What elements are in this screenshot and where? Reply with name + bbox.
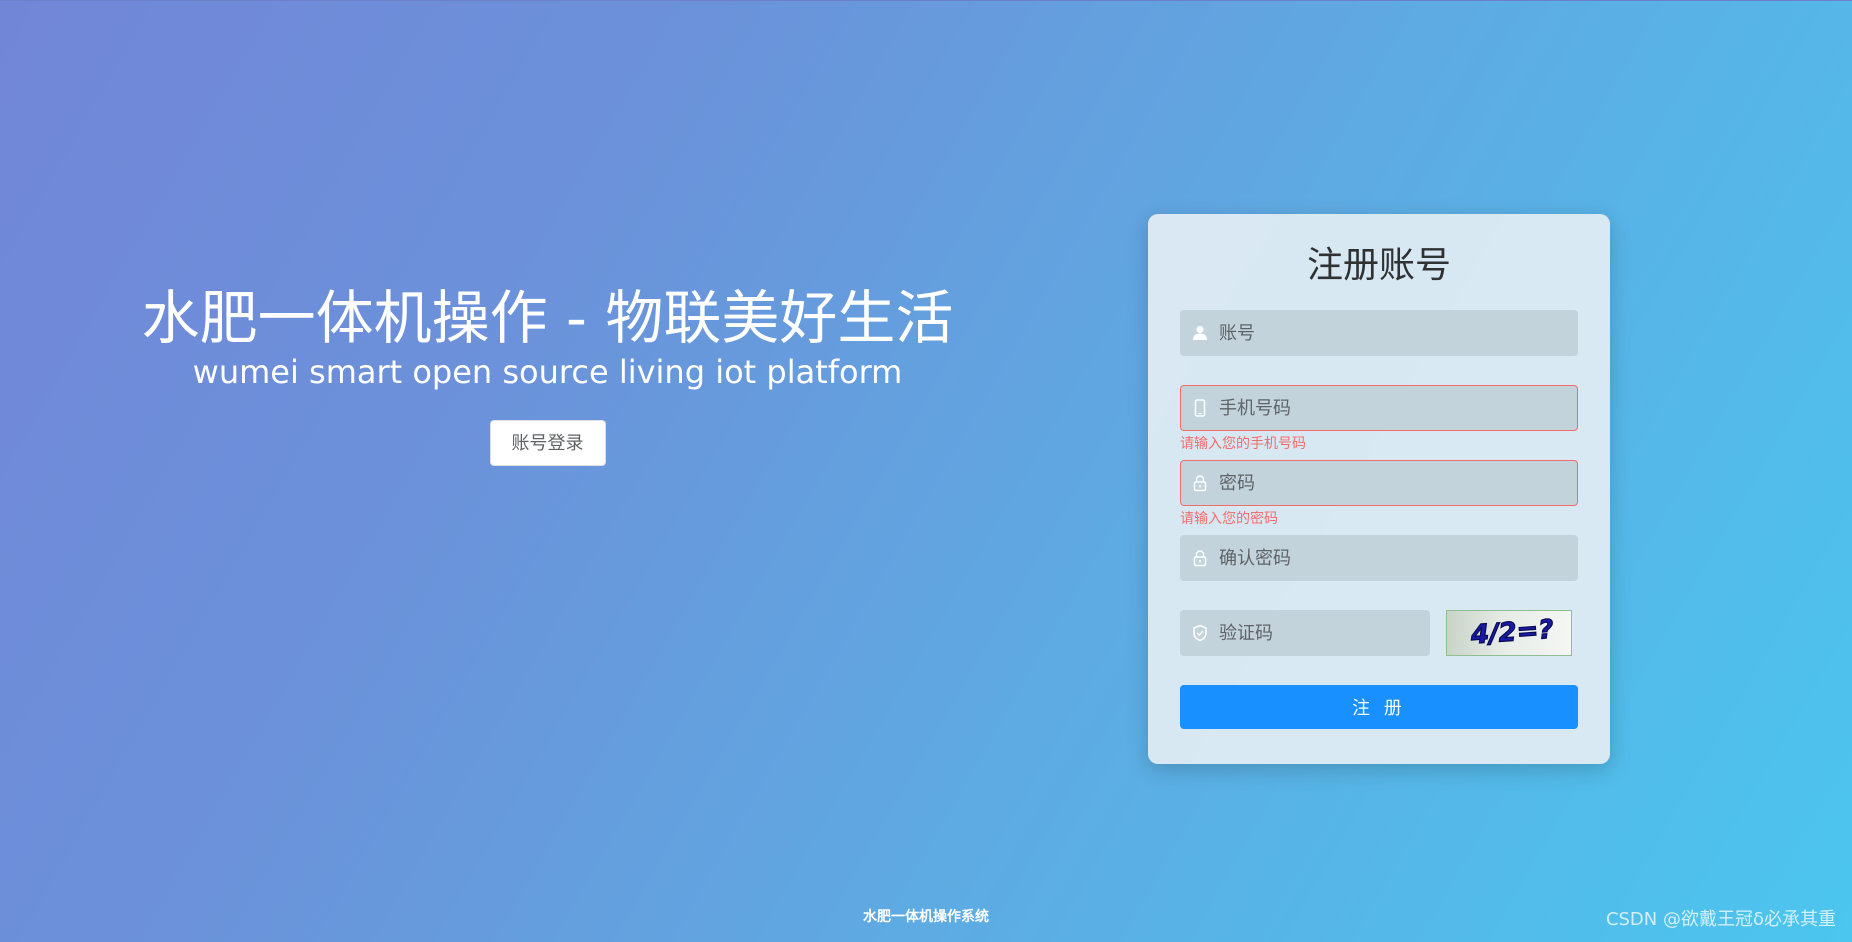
watermark: CSDN @欲戴王冠δ必承其重 [1605,909,1836,930]
register-title: 注册账号 [1306,245,1451,286]
confirm-password-field[interactable] [1180,535,1578,581]
captcha-input[interactable] [1219,611,1419,655]
confirm-password-input[interactable] [1219,536,1559,580]
hero-subtitle: wumei smart open source living iot platf… [192,353,903,391]
password-input[interactable] [1219,461,1559,505]
password-field[interactable] [1180,460,1578,506]
top-border [0,0,1852,1]
captcha-field[interactable] [1180,610,1430,656]
password-error-message: 请输入您的密码 [1180,511,1278,527]
account-input[interactable] [1219,311,1559,355]
footer-text: 水肥一体机操作系统 [863,909,989,925]
register-card: 注册账号 请输入您的手机号码 请输入您的密码 [1148,214,1610,764]
captcha-image[interactable]: 4/2=? [1446,610,1572,656]
account-login-button[interactable]: 账号登录 [489,420,606,466]
captcha-graphic: 4/2=? [1468,614,1555,651]
lock-icon [1193,475,1207,492]
phone-input[interactable] [1219,386,1559,430]
mobile-phone-icon [1194,399,1206,417]
shield-check-icon [1193,624,1207,642]
lock-icon [1193,550,1207,567]
phone-error-message: 请输入您的手机号码 [1180,436,1306,452]
register-submit-button[interactable]: 注 册 [1180,685,1578,729]
phone-field[interactable] [1180,385,1578,431]
user-icon [1193,326,1207,340]
hero-section: 水肥一体机操作 - 物联美好生活 wumei smart open source… [0,280,1095,466]
hero-title: 水肥一体机操作 - 物联美好生活 [141,284,954,352]
account-field[interactable] [1180,310,1578,356]
captcha-text: 4/2=? [1469,615,1554,651]
